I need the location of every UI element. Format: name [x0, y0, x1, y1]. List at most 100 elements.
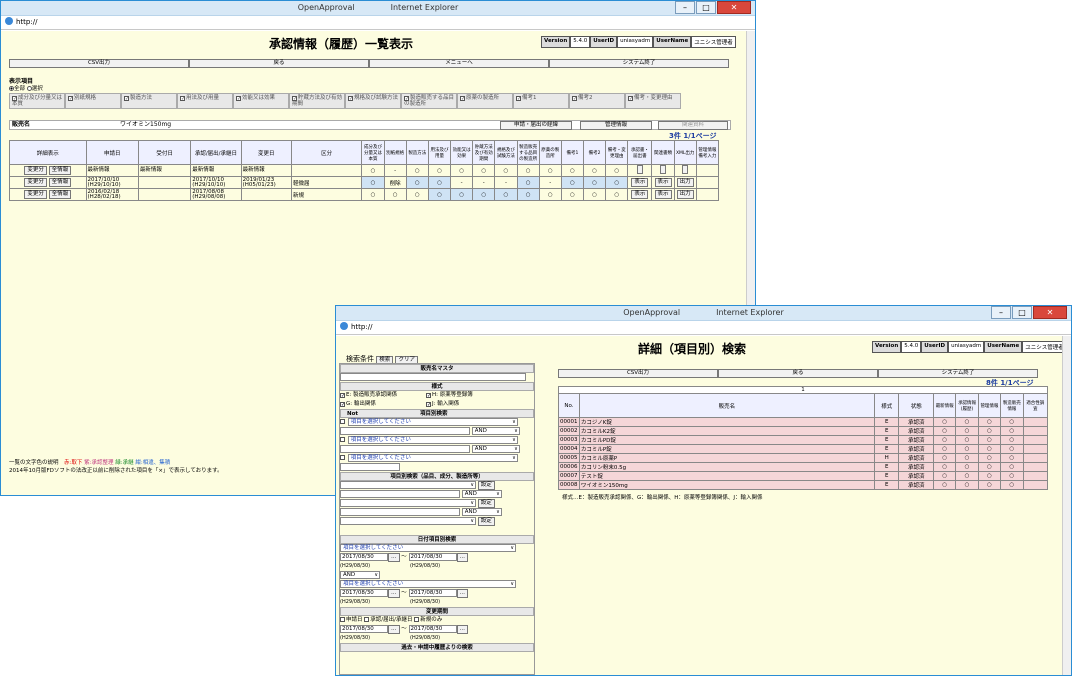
- and-select[interactable]: AND: [461, 508, 502, 516]
- change-from-input[interactable]: 2017/08/30: [340, 625, 388, 633]
- circle-link[interactable]: ○: [977, 480, 1002, 490]
- maximize-icon[interactable]: □: [1012, 306, 1032, 319]
- table-row[interactable]: 00003 カコミルPD錠 E 承認済 ○ ○ ○ ○: [558, 435, 1048, 445]
- csv-button[interactable]: CSV出力: [9, 59, 189, 68]
- product-name-link[interactable]: カコミルP錠: [578, 444, 875, 454]
- calendar-icon[interactable]: …: [456, 625, 469, 634]
- item-value-input[interactable]: [340, 445, 470, 453]
- date-from-input[interactable]: 2017/08/30: [340, 589, 388, 597]
- circle-link[interactable]: ○: [1000, 444, 1024, 454]
- circle-link[interactable]: ○: [955, 426, 979, 436]
- csv-button[interactable]: CSV出力: [558, 369, 718, 378]
- history-button[interactable]: 申請・届出の経緯: [500, 121, 572, 130]
- change-to-input[interactable]: 2017/08/30: [408, 625, 457, 633]
- apply-date-checkbox[interactable]: [340, 617, 345, 622]
- scrollbar[interactable]: [1062, 336, 1071, 675]
- style-g-checkbox[interactable]: [340, 402, 345, 407]
- item-value-input[interactable]: [340, 427, 470, 435]
- style-j-checkbox[interactable]: [426, 402, 431, 407]
- product-name-link[interactable]: カコミルK2錠: [578, 426, 875, 436]
- xml-button[interactable]: [682, 165, 689, 174]
- circle-link[interactable]: ○: [977, 453, 1002, 463]
- item2-input[interactable]: [340, 490, 460, 498]
- exit-button[interactable]: システム終了: [878, 369, 1038, 378]
- style-e-checkbox[interactable]: [340, 393, 345, 398]
- table-row[interactable]: 00008 ワイオミン150mg E 承認済 ○ ○ ○ ○: [558, 480, 1048, 490]
- and-select[interactable]: AND: [471, 445, 520, 453]
- circle-link[interactable]: ○: [1000, 417, 1024, 427]
- circle-link[interactable]: ○: [932, 444, 957, 454]
- titlebar[interactable]: OpenApproval Internet Explorer – □ ✕: [336, 306, 1071, 321]
- product-name-link[interactable]: カコリン粉末0.5g: [578, 462, 875, 472]
- item-select[interactable]: 項目を選択してください: [347, 436, 518, 444]
- style-h-checkbox[interactable]: [426, 393, 431, 398]
- date-from-input[interactable]: 2017/08/30: [340, 553, 388, 561]
- check-item[interactable]: 製造方法: [121, 93, 177, 109]
- all-info-button[interactable]: 全情報: [48, 178, 72, 187]
- check-item[interactable]: 備考2: [569, 93, 625, 109]
- check-item[interactable]: 製造販売する品目の製造所: [401, 93, 457, 109]
- all-info-button[interactable]: 全情報: [48, 190, 72, 199]
- date-item-select[interactable]: 項目を選択してください: [340, 544, 516, 552]
- rel-button[interactable]: 表示: [654, 178, 672, 187]
- minimize-icon[interactable]: –: [991, 306, 1011, 319]
- circle-link[interactable]: ○: [1000, 426, 1024, 436]
- address-bar[interactable]: http://: [336, 321, 1071, 335]
- calendar-icon[interactable]: …: [388, 553, 400, 562]
- circle-link[interactable]: ○: [977, 471, 1002, 481]
- back-button[interactable]: 戻る: [189, 59, 369, 68]
- check-item[interactable]: 原薬の製造所: [457, 93, 513, 109]
- circle-link[interactable]: ○: [1000, 471, 1024, 481]
- product-name-link[interactable]: テスト錠: [578, 471, 875, 481]
- item2-select[interactable]: [340, 517, 476, 525]
- set-button[interactable]: 設定: [477, 499, 495, 508]
- table-row[interactable]: 00006 カコリン粉末0.5g E 承認済 ○ ○ ○ ○: [558, 462, 1048, 472]
- diff-button[interactable]: 変更分: [24, 178, 47, 187]
- item-select[interactable]: 項目を選択してください: [347, 454, 518, 462]
- calendar-icon[interactable]: …: [456, 589, 469, 598]
- table-row[interactable]: 00002 カコミルK2錠 E 承認済 ○ ○ ○ ○: [558, 426, 1048, 436]
- circle-link[interactable]: ○: [932, 462, 957, 472]
- circle-link[interactable]: ○: [932, 417, 957, 427]
- and-select[interactable]: AND: [471, 427, 520, 435]
- all-info-button[interactable]: 全情報: [48, 166, 72, 175]
- not-checkbox[interactable]: [340, 455, 345, 460]
- product-name-link[interactable]: カコミル原薬P: [578, 453, 875, 463]
- approve-date-checkbox[interactable]: [364, 617, 370, 622]
- and-select[interactable]: AND: [340, 571, 380, 579]
- circle-link[interactable]: ○: [932, 480, 957, 490]
- check-item[interactable]: 用法及び用量: [177, 93, 233, 109]
- address-bar[interactable]: http://: [1, 16, 755, 30]
- circle-link[interactable]: ○: [955, 417, 979, 427]
- check-item[interactable]: 成分及び分量又は本質: [9, 93, 65, 109]
- item2-select[interactable]: [340, 499, 476, 507]
- new-only-checkbox[interactable]: [414, 617, 420, 622]
- check-item[interactable]: 貯蔵方法及び有効期間: [289, 93, 345, 109]
- item-value-input[interactable]: [340, 463, 400, 471]
- circle-link[interactable]: ○: [955, 435, 979, 445]
- circle-link[interactable]: ○: [955, 480, 979, 490]
- close-icon[interactable]: ✕: [717, 1, 751, 14]
- circle-link[interactable]: ○: [977, 435, 1002, 445]
- circle-link[interactable]: ○: [977, 417, 1002, 427]
- menu-button[interactable]: メニューへ: [369, 59, 549, 68]
- product-name-link[interactable]: カコジノK錠: [578, 417, 875, 427]
- item2-input[interactable]: [340, 508, 460, 516]
- xml-button[interactable]: 出力: [676, 190, 694, 199]
- circle-link[interactable]: ○: [955, 462, 979, 472]
- titlebar[interactable]: OpenApproval Internet Explorer – □ ✕: [1, 1, 755, 16]
- product-name-link[interactable]: ワイオミン150mg: [578, 480, 875, 490]
- close-icon[interactable]: ✕: [1033, 306, 1067, 319]
- minimize-icon[interactable]: –: [675, 1, 695, 14]
- xml-button[interactable]: 出力: [676, 178, 694, 187]
- date-item-select[interactable]: 項目を選択してください: [340, 580, 516, 588]
- table-row[interactable]: 00007 テスト錠 E 承認済 ○ ○ ○ ○: [558, 471, 1048, 481]
- rel-button[interactable]: 表示: [654, 190, 672, 199]
- doc-button[interactable]: 表示: [631, 190, 649, 199]
- check-item[interactable]: 備考1: [513, 93, 569, 109]
- master-input[interactable]: [340, 373, 526, 381]
- circle-link[interactable]: ○: [1000, 453, 1024, 463]
- circle-link[interactable]: ○: [955, 453, 979, 463]
- item-select[interactable]: 項目を選択してください: [347, 418, 518, 426]
- date-to-input[interactable]: 2017/08/30: [408, 553, 457, 561]
